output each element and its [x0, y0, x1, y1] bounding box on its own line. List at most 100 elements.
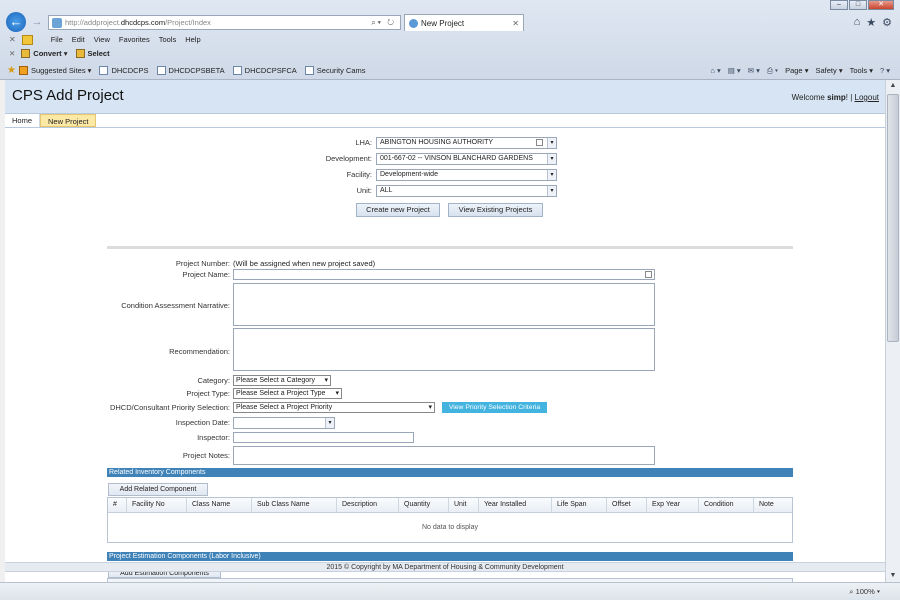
scroll-down-icon[interactable]: ▼: [886, 570, 900, 582]
priority-select[interactable]: Please Select a Project Priority ▾: [233, 402, 435, 413]
gear-icon[interactable]: ⚙: [882, 16, 892, 29]
project-type-label: Project Type:: [186, 389, 230, 398]
tab-home[interactable]: Home: [5, 114, 41, 127]
facility-select[interactable]: Development-wide ▾: [376, 169, 557, 181]
development-label: Development:: [325, 154, 372, 163]
fav-dhcdcpsbeta[interactable]: DHCDCPSBETA: [156, 66, 225, 75]
narrative-textarea[interactable]: [233, 283, 655, 326]
fav-label: DHCDCPSBETA: [168, 66, 225, 75]
vertical-scrollbar[interactable]: ▲ ▼: [885, 80, 900, 582]
home-icon[interactable]: ⌂: [854, 16, 861, 29]
category-select[interactable]: Please Select a Category ▾: [233, 375, 331, 386]
col-offset[interactable]: Offset: [607, 498, 647, 512]
project-name-input[interactable]: [233, 269, 655, 280]
page-icon: [156, 66, 166, 75]
col-exp-year[interactable]: Exp Year: [647, 498, 699, 512]
feeds-icon[interactable]: ▤ ▾: [728, 66, 741, 75]
create-project-button[interactable]: Create new Project: [356, 203, 440, 217]
welcome-message: Welcome simp! | Logout: [792, 93, 879, 102]
divider: [107, 246, 793, 249]
project-name-label: Project Name:: [182, 270, 230, 279]
category-value: Please Select a Category: [236, 377, 315, 384]
fav-dhcdcpsfca[interactable]: DHCDCPSFCA: [232, 66, 297, 75]
col-description[interactable]: Description: [337, 498, 399, 512]
lha-label: LHA:: [355, 138, 372, 147]
col-life-span[interactable]: Life Span: [552, 498, 607, 512]
project-type-select[interactable]: Please Select a Project Type ▾: [233, 388, 342, 399]
toolbar-addon-icon[interactable]: [21, 34, 33, 45]
scroll-thumb[interactable]: [887, 94, 899, 342]
print-icon[interactable]: ⎙ ▾: [767, 66, 778, 76]
select-button[interactable]: Select: [75, 49, 110, 58]
unit-select[interactable]: ALL ▾: [376, 185, 557, 197]
back-button[interactable]: ←: [6, 12, 26, 32]
menu-view[interactable]: View: [94, 35, 110, 44]
page-menu[interactable]: Page ▾: [785, 66, 808, 75]
col-number[interactable]: #: [108, 498, 127, 512]
close-toolbar-icon[interactable]: ✕: [9, 49, 15, 58]
calendar-dropdown-icon[interactable]: ▾: [325, 418, 334, 428]
address-bar[interactable]: http://addproject.dhcdcps.com/Project/In…: [48, 15, 401, 30]
minimize-icon[interactable]: –: [830, 0, 848, 10]
project-notes-input[interactable]: [233, 446, 655, 465]
close-window-icon[interactable]: ✕: [868, 0, 894, 10]
recommendation-textarea[interactable]: [233, 328, 655, 371]
col-facility-no[interactable]: Facility No: [127, 498, 187, 512]
mail-icon[interactable]: ✉ ▾: [748, 66, 760, 75]
development-select[interactable]: 001-667-02 -- VINSON BLANCHARD GARDENS ▾: [376, 153, 557, 165]
fav-suggested-sites[interactable]: Suggested Sites ▾: [18, 66, 91, 75]
tab-new-project[interactable]: New Project: [40, 114, 97, 127]
safety-menu[interactable]: Safety ▾: [815, 66, 842, 75]
suggested-sites-icon: [18, 66, 28, 75]
chevron-down-icon[interactable]: ▾: [547, 138, 556, 148]
view-projects-button[interactable]: View Existing Projects: [448, 203, 543, 217]
inspection-date-picker[interactable]: ▾: [233, 417, 335, 429]
add-related-component-button[interactable]: Add Related Component: [108, 483, 208, 496]
lha-select[interactable]: ABINGTON HOUSING AUTHORITY ▾: [376, 137, 557, 149]
convert-button[interactable]: Convert ▾: [21, 49, 68, 58]
inspector-input[interactable]: [233, 432, 414, 443]
menu-tools[interactable]: Tools: [159, 35, 177, 44]
menu-file[interactable]: File: [51, 35, 63, 44]
favorites-star-icon[interactable]: ★: [866, 16, 876, 29]
browser-chrome: – □ ✕ ← → http://addproject.dhcdcps.com/…: [0, 0, 900, 80]
field-menu-icon[interactable]: [645, 271, 652, 278]
col-sub-class-name[interactable]: Sub Class Name: [252, 498, 337, 512]
home-icon[interactable]: ⌂ ▾: [710, 66, 720, 75]
inspector-label: Inspector:: [197, 433, 230, 442]
menu-help[interactable]: Help: [185, 35, 200, 44]
grid-header: # Facility No Class Name Sub Class Name …: [108, 498, 792, 513]
maximize-icon[interactable]: □: [849, 0, 867, 10]
col-condition[interactable]: Condition: [699, 498, 754, 512]
col-unit[interactable]: Unit: [449, 498, 479, 512]
search-icon[interactable]: [536, 139, 543, 146]
col-class-name[interactable]: Class Name: [187, 498, 252, 512]
logout-link[interactable]: Logout: [855, 93, 879, 102]
favorites-bar: ★ Suggested Sites ▾ DHCDCPS DHCDCPSBETA …: [0, 63, 900, 78]
chevron-down-icon[interactable]: ▾: [547, 154, 556, 164]
priority-criteria-button[interactable]: View Priority Selection Criteria: [442, 402, 547, 413]
forward-button[interactable]: →: [30, 15, 44, 29]
search-refresh-icons[interactable]: ⌕▾ ↻: [371, 18, 396, 28]
col-year-installed[interactable]: Year Installed: [479, 498, 552, 512]
close-menubar-icon[interactable]: ✕: [9, 35, 16, 44]
tools-menu[interactable]: Tools ▾: [850, 66, 873, 75]
unit-label: Unit:: [356, 186, 372, 195]
chevron-down-icon[interactable]: ▾: [547, 186, 556, 196]
col-note[interactable]: Note: [754, 498, 792, 512]
address-path: /Project/Index: [165, 18, 211, 27]
tab-close-icon[interactable]: ✕: [512, 19, 519, 28]
browser-tab[interactable]: New Project ✕: [404, 14, 524, 31]
chevron-down-icon[interactable]: ▾: [547, 170, 556, 180]
fav-security-cams[interactable]: Security Cams: [304, 66, 366, 75]
menu-favorites[interactable]: Favorites: [119, 35, 150, 44]
fav-dhcdcps[interactable]: DHCDCPS: [99, 66, 149, 75]
select-icon: [75, 49, 85, 58]
col-quantity[interactable]: Quantity: [399, 498, 449, 512]
help-icon[interactable]: ? ▾: [880, 66, 890, 75]
favorites-star-icon[interactable]: ★: [7, 65, 16, 76]
menu-edit[interactable]: Edit: [72, 35, 85, 44]
zoom-level[interactable]: ⌕ 100% ▾: [849, 587, 880, 597]
scroll-up-icon[interactable]: ▲: [886, 80, 900, 92]
address-url[interactable]: http://addproject.dhcdcps.com/Project/In…: [65, 18, 211, 27]
